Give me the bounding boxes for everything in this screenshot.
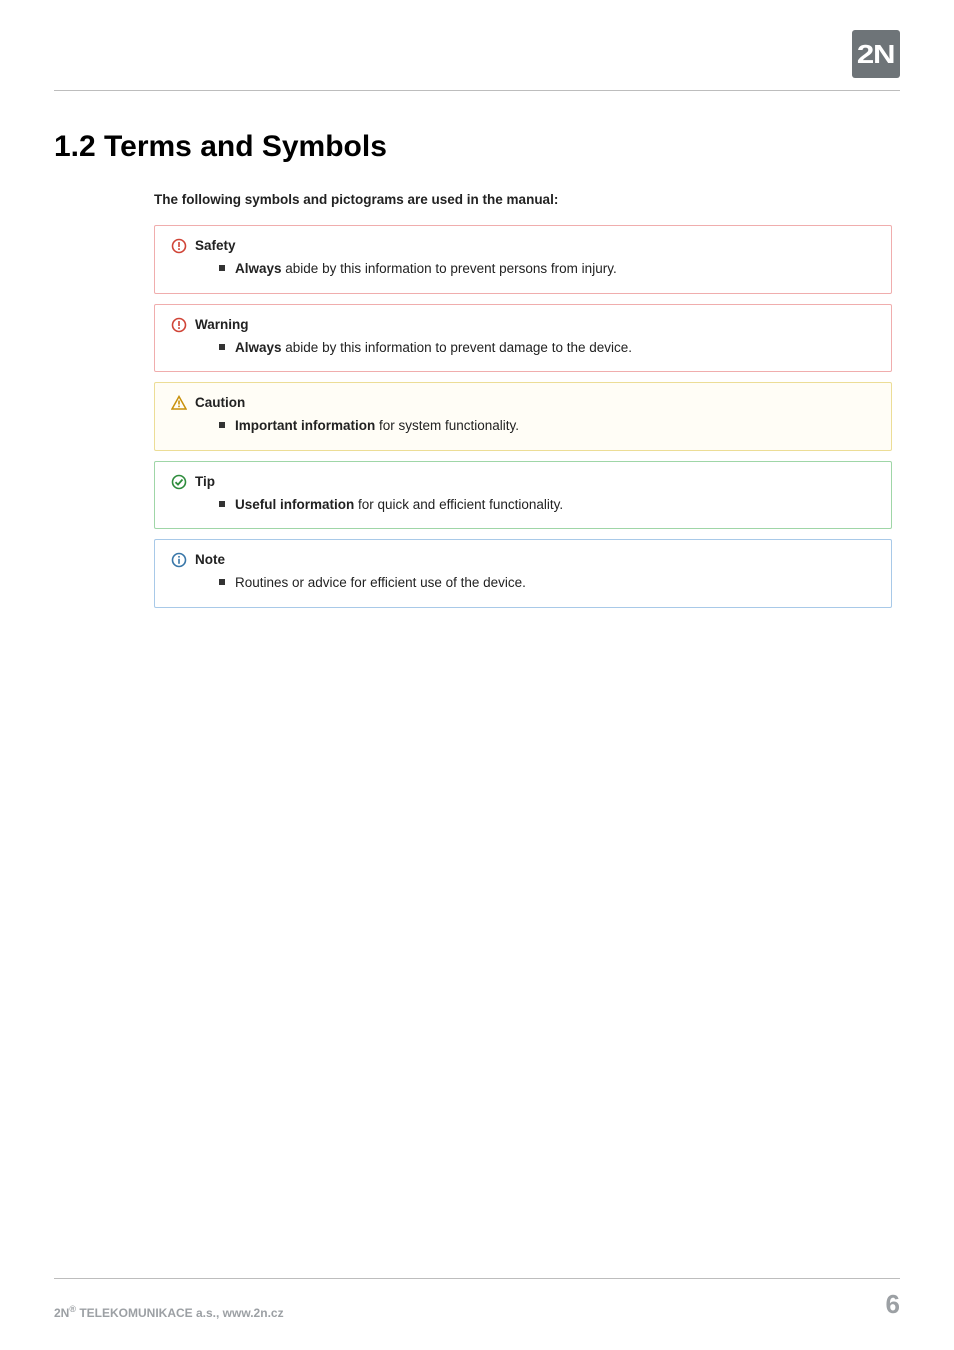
callout-note-title-row: Note bbox=[195, 552, 875, 567]
callout-caution-text: for system functionality. bbox=[375, 418, 519, 433]
callout-safety-bold: Always bbox=[235, 261, 282, 276]
callout-caution: Caution Important information for system… bbox=[154, 382, 892, 451]
warning-triangle-icon bbox=[171, 395, 187, 411]
footer-brand-sup: ® bbox=[69, 1304, 76, 1314]
callout-tip-bullet: Useful information for quick and efficie… bbox=[219, 495, 875, 515]
page-title: 1.2 Terms and Symbols bbox=[54, 130, 900, 164]
callout-safety-title-row: Safety bbox=[195, 238, 875, 253]
callout-warning: Warning Always abide by this information… bbox=[154, 304, 892, 373]
callout-tip-list: Useful information for quick and efficie… bbox=[219, 495, 875, 515]
callout-warning-title: Warning bbox=[195, 317, 249, 332]
callout-caution-title: Caution bbox=[195, 395, 245, 410]
exclamation-circle-icon bbox=[171, 317, 187, 333]
page-header: 2N bbox=[54, 34, 900, 91]
callout-tip-bold: Useful information bbox=[235, 497, 354, 512]
info-circle-icon bbox=[171, 552, 187, 568]
page-number: 6 bbox=[886, 1289, 900, 1320]
brand-logo: 2N bbox=[852, 30, 900, 78]
exclamation-circle-icon bbox=[171, 238, 187, 254]
callout-warning-bold: Always bbox=[235, 340, 282, 355]
callout-safety-bullet: Always abide by this information to prev… bbox=[219, 259, 875, 279]
callout-tip-text: for quick and efficient functionality. bbox=[354, 497, 563, 512]
callout-safety: Safety Always abide by this information … bbox=[154, 225, 892, 294]
callout-caution-title-row: Caution bbox=[195, 395, 875, 410]
callout-note-title: Note bbox=[195, 552, 225, 567]
footer-brand-post: TELEKOMUNIKACE a.s., www.2n.cz bbox=[76, 1306, 284, 1320]
page: 2N 1.2 Terms and Symbols The following s… bbox=[0, 0, 954, 1350]
callout-caution-bold: Important information bbox=[235, 418, 375, 433]
callout-tip-title-row: Tip bbox=[195, 474, 875, 489]
footer-company: 2N® TELEKOMUNIKACE a.s., www.2n.cz bbox=[54, 1304, 284, 1320]
callout-tip-title: Tip bbox=[195, 474, 215, 489]
callout-warning-text: abide by this information to prevent dam… bbox=[282, 340, 632, 355]
callout-warning-title-row: Warning bbox=[195, 317, 875, 332]
callout-note-bullet: Routines or advice for efficient use of … bbox=[219, 573, 875, 593]
callout-caution-list: Important information for system functio… bbox=[219, 416, 875, 436]
callout-warning-bullet: Always abide by this information to prev… bbox=[219, 338, 875, 358]
check-circle-icon bbox=[171, 474, 187, 490]
callout-caution-bullet: Important information for system functio… bbox=[219, 416, 875, 436]
content-area: 1.2 Terms and Symbols The following symb… bbox=[54, 130, 900, 618]
footer-brand-pre: 2N bbox=[54, 1306, 69, 1320]
callout-safety-text: abide by this information to prevent per… bbox=[282, 261, 617, 276]
callout-note-list: Routines or advice for efficient use of … bbox=[219, 573, 875, 593]
page-footer: 2N® TELEKOMUNIKACE a.s., www.2n.cz 6 bbox=[54, 1278, 900, 1320]
brand-logo-text: 2N bbox=[857, 39, 895, 70]
callout-warning-list: Always abide by this information to prev… bbox=[219, 338, 875, 358]
body-column: The following symbols and pictograms are… bbox=[154, 192, 892, 608]
callout-note-text: Routines or advice for efficient use of … bbox=[235, 575, 526, 590]
callout-safety-list: Always abide by this information to prev… bbox=[219, 259, 875, 279]
callout-note: Note Routines or advice for efficient us… bbox=[154, 539, 892, 608]
intro-text: The following symbols and pictograms are… bbox=[154, 192, 892, 207]
callout-tip: Tip Useful information for quick and eff… bbox=[154, 461, 892, 530]
callout-safety-title: Safety bbox=[195, 238, 236, 253]
